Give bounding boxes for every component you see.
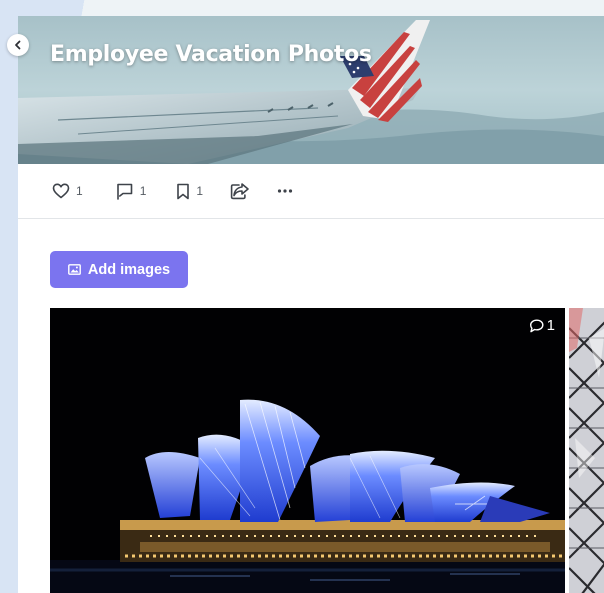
opera-house-photo [50,308,565,593]
bookmark-button[interactable]: 1 [176,183,203,200]
page-card: Employee Vacation Photos 1 1 1 Add image… [18,16,604,593]
bookmark-count: 1 [196,184,204,198]
flag-count: 1 [139,184,147,198]
share-button[interactable] [230,182,250,200]
banner-illustration [18,16,604,164]
action-bar: 1 1 1 [18,164,604,219]
comment-count: 1 [546,317,555,334]
page-title: Employee Vacation Photos [50,42,372,67]
add-images-button[interactable]: Add images [50,251,188,288]
more-horizontal-icon [277,189,293,193]
flag-button[interactable]: 1 [116,183,147,200]
photo-tile[interactable]: 1 [50,308,565,593]
sidebar-strip [0,0,18,593]
like-button[interactable]: 1 [52,183,83,199]
more-options-button[interactable] [277,188,293,194]
top-strip [90,0,604,16]
lattice-photo [569,308,604,593]
comment-icon [529,319,544,332]
flag-icon [116,183,132,200]
like-count: 1 [76,184,83,198]
comment-badge: 1 [529,317,555,334]
add-images-label: Add images [87,261,171,278]
sidebar-collapse-button[interactable] [7,34,29,56]
sidebar-strip-top [0,0,100,16]
heart-icon [52,183,70,199]
chevron-left-icon [15,40,21,50]
bookmark-icon [177,183,190,199]
photo-tile[interactable] [569,308,604,593]
banner-image: Employee Vacation Photos [18,16,604,164]
share-icon [230,183,249,200]
image-icon [68,264,81,275]
